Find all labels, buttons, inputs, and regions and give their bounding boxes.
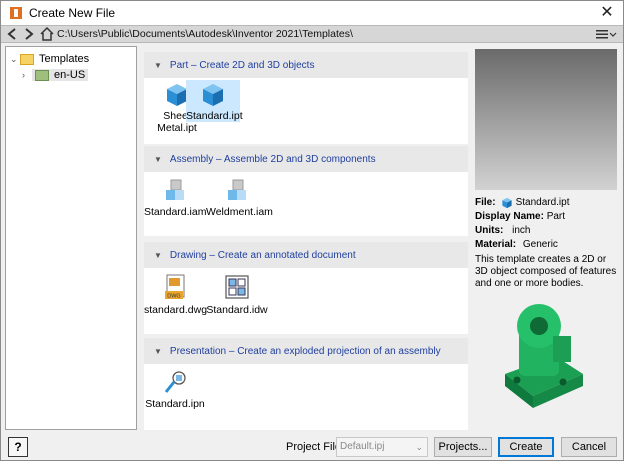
part-cube-icon <box>203 84 223 106</box>
back-arrow-icon[interactable] <box>4 26 20 42</box>
idw-icon <box>225 275 249 299</box>
tree-item-label: en-US <box>54 69 86 81</box>
help-button[interactable]: ? <box>8 437 28 457</box>
current-path: C:\Users\Public\Documents\Autodesk\Inven… <box>57 28 353 40</box>
dwg-icon: DWG <box>165 274 185 300</box>
title-bar: Create New File ✕ <box>1 1 623 25</box>
template-item-standard-dwg[interactable]: DWG standard.dwg <box>144 272 208 316</box>
create-new-file-dialog: Create New File ✕ C:\Users\Public\Docume… <box>0 0 624 461</box>
section-title: Part – Create 2D and 3D objects <box>169 59 315 71</box>
template-label: Metal.ipt <box>157 122 197 134</box>
section-header-drawing[interactable]: ▼ Drawing – Create an annotated document <box>144 242 468 268</box>
template-item-standard-iam[interactable]: Standard.iam <box>144 176 206 218</box>
forward-arrow-icon[interactable] <box>21 26 37 42</box>
detail-value: Part <box>546 211 566 222</box>
template-label: Standard.idw <box>206 304 268 316</box>
section-title: Presentation – Create an exploded projec… <box>169 345 441 357</box>
template-label: standard.dwg <box>144 304 208 316</box>
project-file-value: Default.ipj <box>340 441 385 452</box>
section-title: Drawing – Create an annotated document <box>169 249 356 261</box>
template-label: Weldment.iam <box>206 206 273 218</box>
detail-label: Units: <box>475 225 504 236</box>
section-header-part[interactable]: ▼ Part – Create 2D and 3D objects <box>144 52 468 78</box>
section-body-part: Sheet Metal.ipt Standard.ipt <box>144 78 468 144</box>
presentation-icon <box>164 371 186 393</box>
close-button[interactable]: ✕ <box>597 3 617 23</box>
assembly-icon <box>228 179 246 200</box>
svg-text:DWG: DWG <box>167 294 180 300</box>
template-label: Standard.ipn <box>145 398 205 410</box>
project-file-select[interactable]: Default.ipj ⌄ <box>336 437 428 457</box>
collapse-chevron-icon[interactable]: ⌄ <box>10 54 20 65</box>
assembly-icon <box>166 179 184 200</box>
chevron-down-icon: ⌄ <box>415 442 423 452</box>
detail-label: Display Name: <box>475 211 544 222</box>
template-label: Standard.iam <box>144 206 207 218</box>
folder-icon <box>20 53 34 65</box>
section-body-assembly: Standard.iam Weldment.iam <box>144 172 468 236</box>
expand-chevron-icon[interactable]: › <box>22 70 32 80</box>
projects-button[interactable]: Projects... <box>434 437 492 457</box>
tree-item-label: Templates <box>39 53 90 65</box>
preview-image <box>475 49 617 190</box>
section-header-presentation[interactable]: ▼ Presentation – Create an exploded proj… <box>144 338 468 364</box>
detail-value: Generic <box>522 239 558 250</box>
template-description: This template creates a 2D or 3D object … <box>475 254 617 289</box>
template-list: ▼ Part – Create 2D and 3D objects Sheet … <box>144 46 468 430</box>
section-collapse-icon: ▼ <box>154 60 162 70</box>
template-item-weldment-iam[interactable]: Weldment.iam <box>206 176 273 218</box>
section-collapse-icon: ▼ <box>154 250 162 260</box>
part-thumbnail-icon <box>505 304 583 408</box>
path-bar: C:\Users\Public\Documents\Autodesk\Inven… <box>1 25 623 43</box>
tree-item-en-us[interactable]: › en-US <box>22 67 89 83</box>
detail-label: File: <box>475 197 496 208</box>
folder-tree: ⌄ Templates › en-US <box>5 46 137 430</box>
detail-label: Material: <box>475 239 517 250</box>
tree-item-templates[interactable]: ⌄ Templates <box>10 51 89 67</box>
home-icon[interactable] <box>39 26 55 42</box>
detail-value: Standard.ipt <box>515 197 570 208</box>
detail-value: inch <box>512 225 531 236</box>
section-title: Assembly – Assemble 2D and 3D components <box>169 153 376 165</box>
template-item-standard-ipn[interactable]: Standard.ipn <box>144 368 206 410</box>
detail-material: Material: Generic <box>475 238 558 251</box>
inventor-app-icon <box>10 7 22 19</box>
bottom-bar: ? Project File: Default.ipj ⌄ Projects..… <box>1 433 623 460</box>
window-title: Create New File <box>29 6 116 20</box>
detail-display-name: Display Name: Part <box>475 210 565 223</box>
section-body-presentation: Standard.ipn <box>144 364 468 430</box>
details-panel: File: Standard.ipt Display Name: Part Un… <box>475 46 621 430</box>
template-item-standard-ipt[interactable]: Standard.ipt <box>186 80 243 122</box>
tree-item-selection: en-US <box>32 69 89 81</box>
cancel-button[interactable]: Cancel <box>561 437 617 457</box>
template-item-standard-idw[interactable]: Standard.idw <box>206 272 268 316</box>
detail-file: File: Standard.ipt <box>475 196 570 209</box>
part-cube-icon <box>501 197 512 208</box>
section-collapse-icon: ▼ <box>154 154 162 164</box>
section-collapse-icon: ▼ <box>154 346 162 356</box>
folder-icon <box>35 69 49 81</box>
create-button[interactable]: Create <box>498 437 554 457</box>
template-label: Standard.ipt <box>186 110 243 122</box>
view-options-icon[interactable] <box>595 27 617 41</box>
section-header-assembly[interactable]: ▼ Assembly – Assemble 2D and 3D componen… <box>144 146 468 172</box>
section-body-drawing: DWG standard.dwg Standard.idw <box>144 268 468 334</box>
detail-units: Units: inch <box>475 224 530 237</box>
